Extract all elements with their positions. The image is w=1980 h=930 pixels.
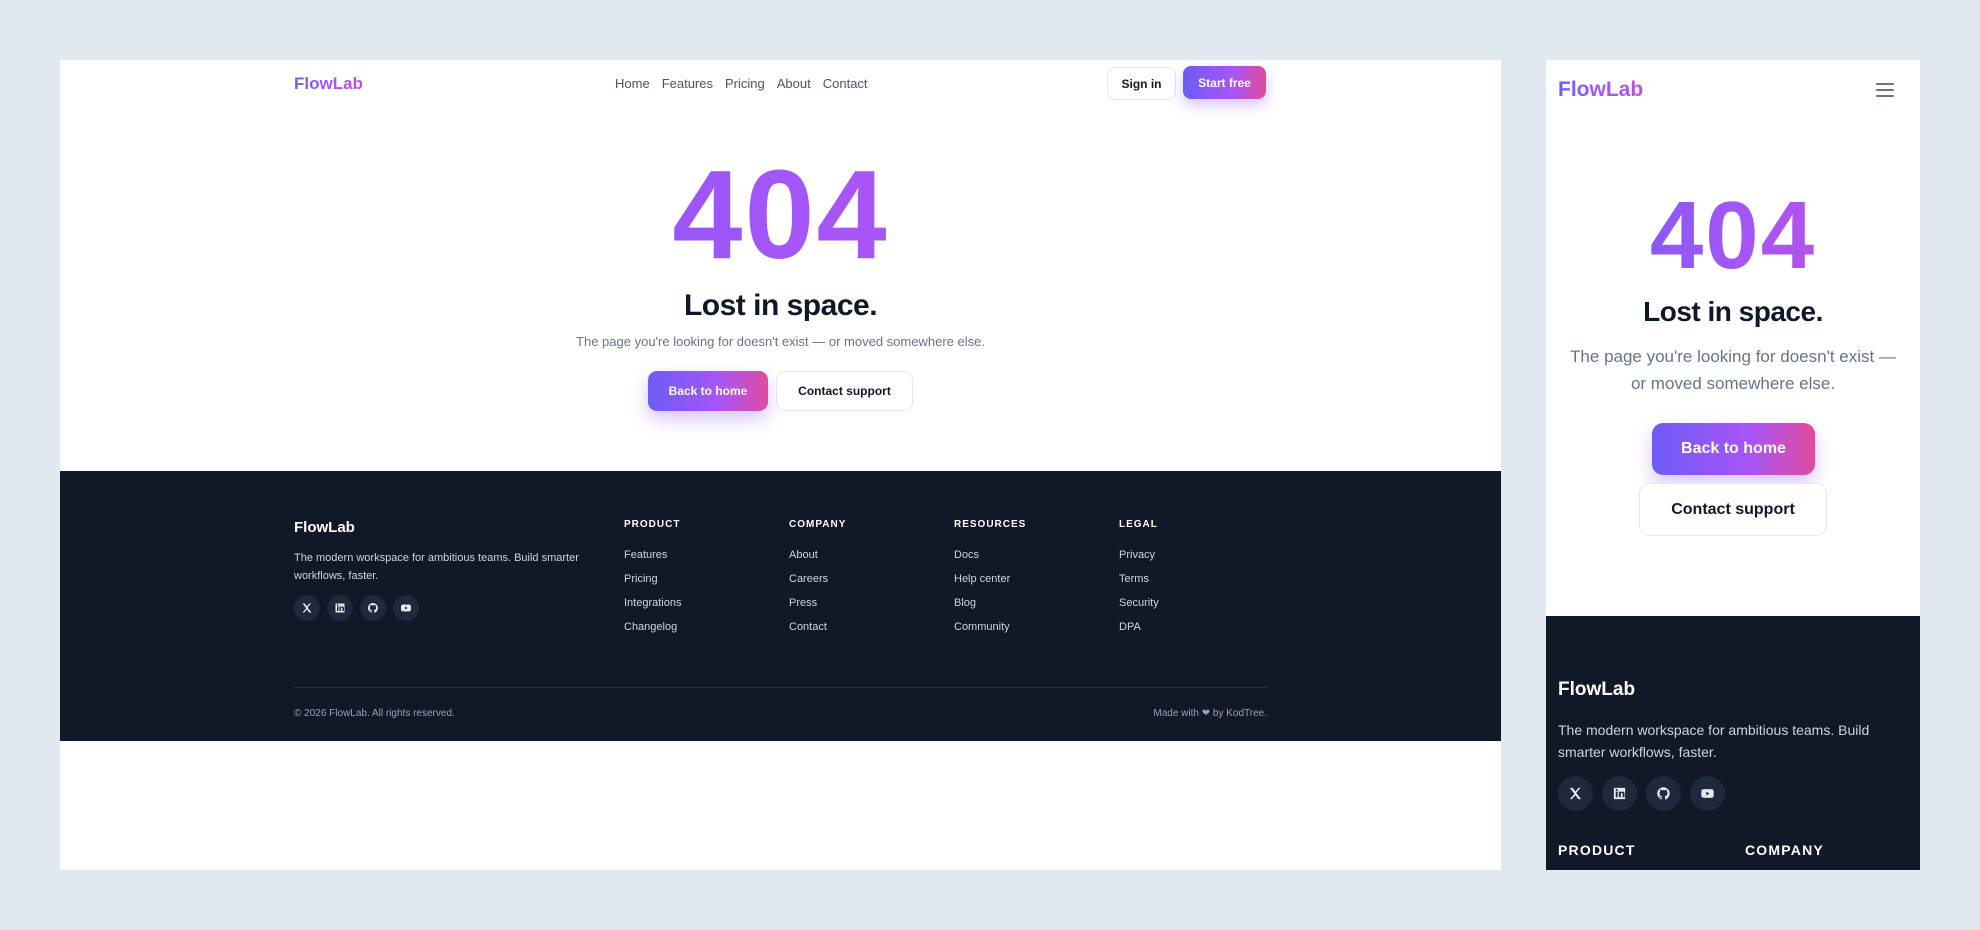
- x-icon[interactable]: [294, 595, 320, 621]
- footer-description: The modern workspace for ambitious teams…: [294, 552, 579, 582]
- footer-link-changelog[interactable]: Changelog: [624, 615, 681, 639]
- x-icon[interactable]: [1558, 776, 1593, 811]
- footer-link-pricing[interactable]: Pricing: [624, 567, 681, 591]
- error-code: 404: [60, 152, 1501, 278]
- desktop-preview: FlowLab Home Features Pricing About Cont…: [60, 60, 1501, 870]
- footer-link-security[interactable]: Security: [1119, 591, 1159, 615]
- youtube-icon[interactable]: [393, 595, 419, 621]
- footer-column-title: COMPANY: [1745, 842, 1824, 858]
- page-title: Lost in space.: [1643, 296, 1823, 327]
- github-icon[interactable]: [360, 595, 386, 621]
- footer-column-title: LEGAL: [1119, 519, 1158, 530]
- footer-link-about[interactable]: About: [789, 543, 846, 567]
- page-title: Lost in space.: [683, 289, 878, 322]
- linkedin-icon[interactable]: [1602, 776, 1637, 811]
- footer-column-legal: LEGAL Privacy Terms Security DPA: [1119, 519, 1159, 639]
- footer-link-help-center[interactable]: Help center: [954, 567, 1026, 591]
- footer-link-docs[interactable]: Docs: [954, 543, 1026, 567]
- contact-support-button[interactable]: Contact support: [1639, 483, 1827, 536]
- contact-support-button[interactable]: Contact support: [776, 371, 913, 411]
- mobile-preview: FlowLab 404 Lost in space. The page you'…: [1546, 60, 1920, 870]
- footer-link-privacy[interactable]: Privacy: [1119, 543, 1159, 567]
- error-code: 404: [1546, 188, 1920, 284]
- youtube-icon[interactable]: [1690, 776, 1725, 811]
- page-subtitle: The page you're looking for doesn't exis…: [576, 334, 985, 349]
- made-with-credit: Made with ❤ by KodTree.: [1153, 708, 1267, 719]
- hero-section: 404 Lost in space. The page you're looki…: [60, 60, 1501, 471]
- copyright: © 2026 FlowLab. All rights reserved.: [294, 708, 455, 719]
- social-links: [294, 595, 419, 621]
- footer-divider: [294, 687, 1267, 688]
- footer-link-press[interactable]: Press: [789, 591, 846, 615]
- footer-brand: FlowLab: [1558, 679, 1636, 700]
- footer-link-community[interactable]: Community: [954, 615, 1026, 639]
- footer-link-integrations[interactable]: Integrations: [624, 591, 681, 615]
- github-icon[interactable]: [1646, 776, 1681, 811]
- footer-column-resources: RESOURCES Docs Help center Blog Communit…: [954, 519, 1026, 639]
- linkedin-icon[interactable]: [327, 595, 353, 621]
- footer-column-title: PRODUCT: [1558, 842, 1636, 858]
- footer-column-title: COMPANY: [789, 519, 847, 530]
- brand-logo[interactable]: FlowLab: [1558, 78, 1643, 102]
- footer-column-title: RESOURCES: [954, 519, 1027, 530]
- page-subtitle: The page you're looking for doesn't exis…: [1570, 347, 1896, 393]
- back-to-home-button[interactable]: Back to home: [648, 371, 768, 411]
- footer-link-blog[interactable]: Blog: [954, 591, 1026, 615]
- footer-link-features[interactable]: Features: [624, 543, 681, 567]
- footer-link-terms[interactable]: Terms: [1119, 567, 1159, 591]
- footer: FlowLab The modern workspace for ambitio…: [60, 471, 1501, 741]
- footer-column-title: PRODUCT: [624, 519, 681, 530]
- footer-column-product: PRODUCT Features Pricing Integrations Ch…: [624, 519, 681, 639]
- back-to-home-button[interactable]: Back to home: [1652, 423, 1815, 475]
- footer-link-contact[interactable]: Contact: [789, 615, 846, 639]
- footer-link-dpa[interactable]: DPA: [1119, 615, 1159, 639]
- footer-description: The modern workspace for ambitious teams…: [1558, 722, 1870, 760]
- social-links: [1558, 776, 1725, 811]
- footer-column-company: COMPANY About Careers Press Contact: [789, 519, 846, 639]
- footer-brand: FlowLab: [294, 519, 355, 536]
- footer-link-careers[interactable]: Careers: [789, 567, 846, 591]
- menu-icon[interactable]: [1876, 83, 1894, 97]
- footer: FlowLab The modern workspace for ambitio…: [1546, 616, 1920, 870]
